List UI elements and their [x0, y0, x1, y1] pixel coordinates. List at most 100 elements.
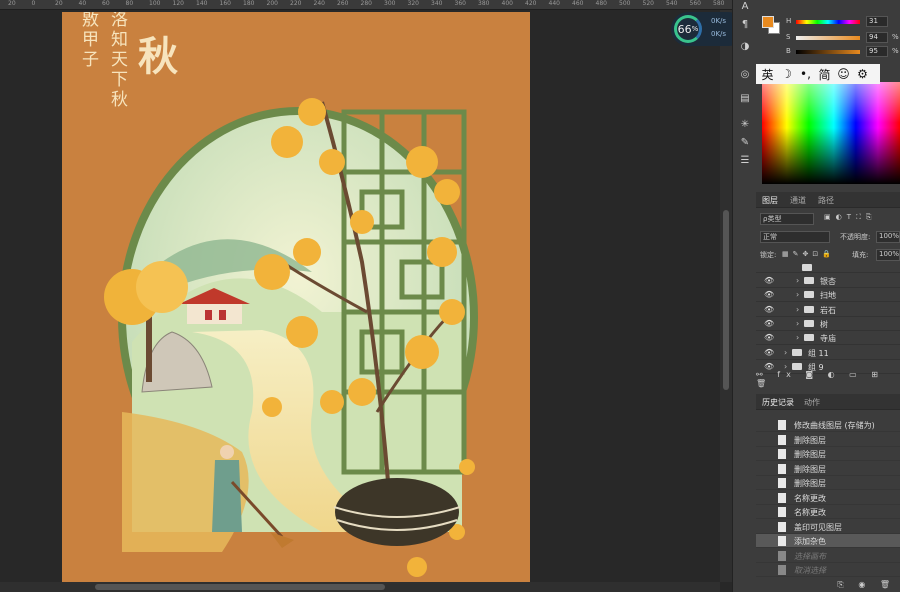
saturation-row[interactable]: S 94 %	[786, 32, 900, 44]
visibility-eye-icon[interactable]: 👁	[764, 276, 774, 285]
history-item[interactable]: 删除图层	[756, 433, 900, 447]
ime-emoji-icon[interactable]: ☺	[836, 67, 851, 81]
history-item[interactable]: 删除图层	[756, 476, 900, 490]
history-item[interactable]: 修改曲线图层 (存储为)	[756, 418, 900, 432]
brightness-slider[interactable]	[796, 50, 860, 54]
adjustments-icon[interactable]: ◑	[737, 40, 753, 54]
panel-icon-strip: A ¶ ◑ ◎ ▤ ✳ ✎ ☰	[732, 0, 756, 592]
horizontal-scrollbar-thumb[interactable]	[95, 584, 385, 590]
layer-row-partial[interactable]	[756, 263, 900, 273]
ruler-tick-label: 20	[55, 0, 63, 7]
expand-arrow-icon[interactable]: ›	[796, 319, 799, 328]
layer-name: 树	[820, 319, 828, 329]
ruler-tick-label: 20	[8, 0, 16, 7]
fill-field[interactable]: 100%	[876, 249, 900, 261]
history-item[interactable]: 添加杂色	[756, 534, 900, 548]
color-spectrum[interactable]	[762, 82, 900, 184]
layer-row[interactable]: 👁 › 扫地	[756, 288, 900, 303]
artwork-canvas[interactable]: 敫甲子 洛知天下秋 秋	[62, 12, 530, 584]
history-footer-icons[interactable]: ⎘ ◉ 🗑	[837, 580, 896, 590]
visibility-eye-icon[interactable]: 👁	[764, 305, 774, 314]
folder-icon	[804, 305, 814, 313]
folder-icon	[792, 362, 802, 370]
history-item-label: 删除图层	[794, 464, 826, 474]
layer-row[interactable]: 👁 › 组 11	[756, 346, 900, 360]
brush-icon[interactable]: ✎	[737, 136, 753, 150]
properties-icon[interactable]: ◎	[737, 68, 753, 82]
history-item[interactable]: 删除图层	[756, 447, 900, 461]
history-item[interactable]: 取消选择	[756, 563, 900, 577]
expand-arrow-icon[interactable]: ›	[796, 333, 799, 342]
ruler-tick-label: 100	[149, 0, 161, 7]
layer-filter-icons[interactable]: ▣◐T⛶⎘	[824, 213, 877, 222]
history-item[interactable]: 名称更改	[756, 505, 900, 519]
visibility-eye-icon[interactable]: 👁	[764, 348, 774, 357]
layer-name: 组 11	[808, 348, 829, 358]
expand-arrow-icon[interactable]: ›	[784, 348, 787, 357]
blend-mode-select[interactable]: 正常	[760, 231, 830, 243]
ruler-tick-label: 460	[572, 0, 584, 7]
folder-icon	[792, 348, 802, 356]
brightness-value[interactable]: 95	[866, 46, 888, 57]
tab-layers[interactable]: 图层	[762, 195, 778, 206]
history-state-icon	[778, 536, 786, 546]
ime-english-icon[interactable]: 英	[760, 66, 775, 83]
saturation-value[interactable]: 94	[866, 32, 888, 43]
hue-value[interactable]: 31	[866, 16, 888, 27]
folder-icon	[804, 277, 814, 284]
brightness-row[interactable]: B 95 %	[786, 46, 900, 58]
character-panel-icon[interactable]: A	[737, 0, 753, 14]
layer-thumb-icon	[802, 264, 812, 271]
lock-row: 锁定: ▦✎✥⊡🔒 填充: 100%	[760, 249, 900, 261]
ruler-tick-label: 540	[666, 0, 678, 7]
tab-history[interactable]: 历史记录	[762, 397, 794, 408]
libraries-icon[interactable]: ▤	[737, 92, 753, 106]
layer-filter-select[interactable]: ρ类型	[760, 213, 814, 225]
history-item[interactable]: 盖印可见图层	[756, 520, 900, 534]
tab-paths[interactable]: 路径	[818, 195, 834, 206]
paragraph-panel-icon[interactable]: ¶	[737, 18, 753, 32]
history-item[interactable]: 删除图层	[756, 462, 900, 476]
vertical-scrollbar-thumb[interactable]	[723, 210, 729, 390]
ime-punctuation-icon[interactable]: •,	[798, 67, 813, 81]
folder-icon	[804, 319, 814, 327]
visibility-eye-icon[interactable]: 👁	[764, 319, 774, 328]
opacity-field[interactable]: 100%	[876, 231, 900, 243]
sliders-icon[interactable]: ☰	[737, 154, 753, 168]
hue-slider[interactable]	[796, 20, 860, 24]
tab-channels[interactable]: 通道	[790, 195, 806, 206]
history-state-icon	[778, 463, 786, 474]
brush-settings-icon[interactable]: ✳	[737, 118, 753, 132]
horizontal-scrollbar[interactable]	[0, 582, 720, 592]
hue-row[interactable]: H 31	[786, 16, 900, 28]
expand-arrow-icon[interactable]: ›	[796, 305, 799, 314]
layer-row[interactable]: 👁 › 树	[756, 317, 900, 331]
ime-settings-icon[interactable]: ⚙	[855, 67, 870, 81]
expand-arrow-icon[interactable]: ›	[796, 290, 799, 299]
layers-footer-icons[interactable]: ⚯ fx ◙ ◐ ▭ ⊞ 🗑	[756, 370, 896, 388]
ime-moon-icon[interactable]: ☽	[779, 67, 794, 81]
history-item-label: 名称更改	[794, 508, 826, 517]
ruler-tick-label: 360	[454, 0, 466, 7]
layer-row[interactable]: 👁 › 岩石	[756, 303, 900, 317]
ruler-tick-label: 220	[290, 0, 302, 7]
saturation-slider[interactable]	[796, 36, 860, 40]
foreground-color-swatch[interactable]	[762, 16, 774, 28]
visibility-eye-icon[interactable]: 👁	[764, 290, 774, 299]
layer-name: 岩石	[820, 305, 836, 315]
history-item[interactable]: 名称更改	[756, 491, 900, 505]
history-item-label: 修改曲线图层 (存储为)	[794, 421, 875, 430]
lock-icons[interactable]: ▦✎✥⊡🔒	[782, 250, 835, 258]
vertical-scrollbar[interactable]	[720, 10, 732, 582]
layer-row[interactable]: 👁 › 寺庙	[756, 331, 900, 346]
history-state-icon	[778, 420, 786, 430]
history-item-label: 删除图层	[794, 450, 826, 459]
tab-actions[interactable]: 动作	[804, 397, 820, 408]
layer-row[interactable]: 👁 › 银杏	[756, 274, 900, 288]
history-item[interactable]: 选择画布	[756, 549, 900, 563]
zoom-percent-value: 66	[677, 22, 692, 36]
expand-arrow-icon[interactable]: ›	[796, 276, 799, 285]
history-state-icon	[778, 507, 786, 517]
ime-simplified-icon[interactable]: 简	[817, 66, 832, 83]
visibility-eye-icon[interactable]: 👁	[764, 333, 774, 342]
